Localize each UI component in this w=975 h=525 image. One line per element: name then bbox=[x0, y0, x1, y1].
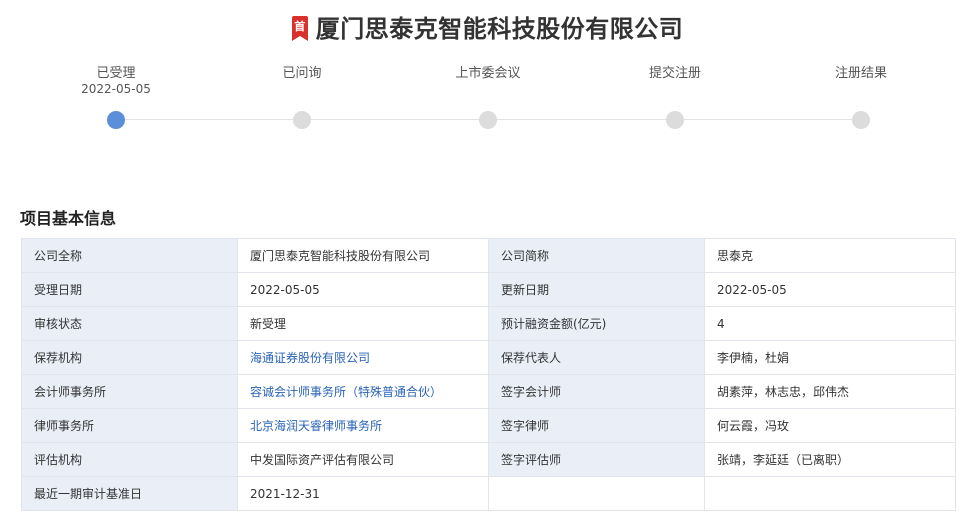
table-row: 审核状态 新受理 预计融资金额(亿元) 4 bbox=[21, 306, 956, 341]
empty-cell bbox=[704, 476, 956, 511]
field-label: 公司简称 bbox=[488, 238, 705, 273]
field-value: 2021-12-31 bbox=[237, 476, 489, 511]
timeline-step-listing-meeting: 上市委会议 bbox=[418, 66, 558, 129]
timeline-step-submit-registration: 提交注册 bbox=[605, 66, 745, 129]
project-info-table: 公司全称 厦门思泰克智能科技股份有限公司 公司简称 思泰克 受理日期 2022-… bbox=[21, 238, 956, 511]
step-date bbox=[791, 82, 931, 97]
field-label: 最近一期审计基准日 bbox=[21, 476, 238, 511]
field-value: 何云霞，冯玫 bbox=[704, 408, 956, 443]
field-label: 保荐机构 bbox=[21, 340, 238, 375]
field-label: 公司全称 bbox=[21, 238, 238, 273]
field-label: 签字会计师 bbox=[488, 374, 705, 409]
timeline-step-accepted: 已受理 2022-05-05 bbox=[46, 66, 186, 129]
field-label: 预计融资金额(亿元) bbox=[488, 306, 705, 341]
section-title: 项目基本信息 bbox=[20, 209, 117, 228]
step-label: 上市委会议 bbox=[455, 66, 521, 81]
field-label: 评估机构 bbox=[21, 442, 238, 477]
field-label: 审核状态 bbox=[21, 306, 238, 341]
step-dot-icon bbox=[479, 111, 497, 129]
field-label: 更新日期 bbox=[488, 272, 705, 307]
accounting-firm-link[interactable]: 容诚会计师事务所（特殊普通合伙） bbox=[237, 374, 489, 409]
field-value: 胡素萍，林志忠，邱伟杰 bbox=[704, 374, 956, 409]
step-label: 注册结果 bbox=[834, 66, 887, 81]
field-value: 厦门思泰克智能科技股份有限公司 bbox=[237, 238, 489, 273]
field-value: 思泰克 bbox=[704, 238, 956, 273]
table-row: 评估机构 中发国际资产评估有限公司 签字评估师 张靖，李延廷（已离职） bbox=[21, 442, 956, 477]
page-header: 首 厦门思泰克智能科技股份有限公司 bbox=[0, 8, 975, 44]
law-firm-link[interactable]: 北京海润天睿律师事务所 bbox=[237, 408, 489, 443]
step-date bbox=[605, 82, 745, 97]
sponsor-link[interactable]: 海通证券股份有限公司 bbox=[237, 340, 489, 375]
field-label: 保荐代表人 bbox=[488, 340, 705, 375]
timeline-step-inquired: 已问询 bbox=[232, 66, 372, 129]
field-label: 受理日期 bbox=[21, 272, 238, 307]
table-row: 最近一期审计基准日 2021-12-31 bbox=[21, 476, 956, 511]
step-dot-icon bbox=[293, 111, 311, 129]
table-row: 会计师事务所 容诚会计师事务所（特殊普通合伙） 签字会计师 胡素萍，林志忠，邱伟… bbox=[21, 374, 956, 409]
field-value: 中发国际资产评估有限公司 bbox=[237, 442, 489, 477]
step-label: 已问询 bbox=[282, 66, 322, 81]
field-value: 4 bbox=[704, 306, 956, 341]
field-value: 李伊楠，杜娟 bbox=[704, 340, 956, 375]
step-dot-icon bbox=[107, 111, 125, 129]
progress-timeline: 已受理 2022-05-05 已问询 上市委会议 提交注册 注册结果 bbox=[0, 66, 975, 136]
field-value: 2022-05-05 bbox=[237, 272, 489, 307]
step-date: 2022-05-05 bbox=[81, 82, 151, 96]
table-row: 公司全称 厦门思泰克智能科技股份有限公司 公司简称 思泰克 bbox=[21, 238, 956, 273]
timeline-step-registration-result: 注册结果 bbox=[791, 66, 931, 129]
table-row: 律师事务所 北京海润天睿律师事务所 签字律师 何云霞，冯玫 bbox=[21, 408, 956, 443]
company-title: 厦门思泰克智能科技股份有限公司 bbox=[315, 14, 684, 43]
field-label: 律师事务所 bbox=[21, 408, 238, 443]
step-date bbox=[418, 82, 558, 97]
table-row: 保荐机构 海通证券股份有限公司 保荐代表人 李伊楠，杜娟 bbox=[21, 340, 956, 375]
field-label: 签字评估师 bbox=[488, 442, 705, 477]
field-value: 新受理 bbox=[237, 306, 489, 341]
step-label: 提交注册 bbox=[648, 66, 701, 81]
empty-cell bbox=[488, 476, 705, 511]
step-dot-icon bbox=[666, 111, 684, 129]
first-badge-icon: 首 bbox=[291, 16, 308, 41]
field-label: 会计师事务所 bbox=[21, 374, 238, 409]
step-date bbox=[232, 82, 372, 97]
table-row: 受理日期 2022-05-05 更新日期 2022-05-05 bbox=[21, 272, 956, 307]
field-value: 2022-05-05 bbox=[704, 272, 956, 307]
step-label: 已受理 bbox=[96, 66, 136, 81]
field-value: 张靖，李延廷（已离职） bbox=[704, 442, 956, 477]
step-dot-icon bbox=[852, 111, 870, 129]
field-label: 签字律师 bbox=[488, 408, 705, 443]
